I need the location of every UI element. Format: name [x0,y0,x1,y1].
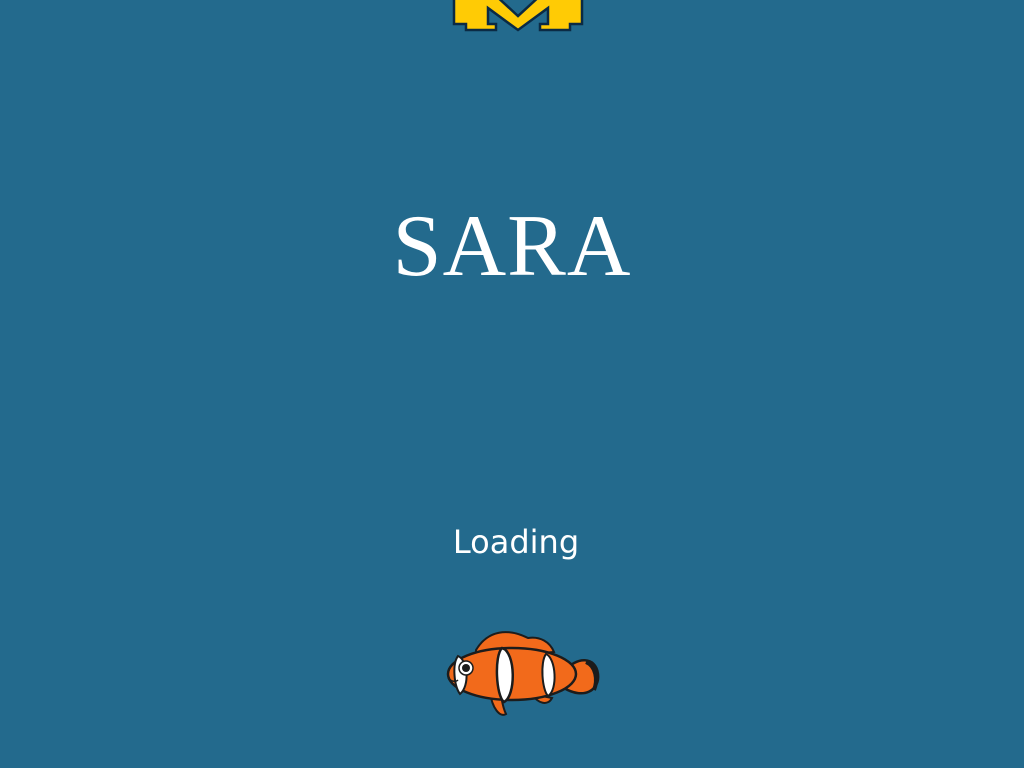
clownfish-icon [446,631,600,716]
block-m-logo [452,0,584,32]
loading-status: Loading [452,523,580,561]
app-title: SARA [392,198,632,295]
splash-screen: { "app": { "title": "SARA", "status": "L… [0,0,1024,768]
